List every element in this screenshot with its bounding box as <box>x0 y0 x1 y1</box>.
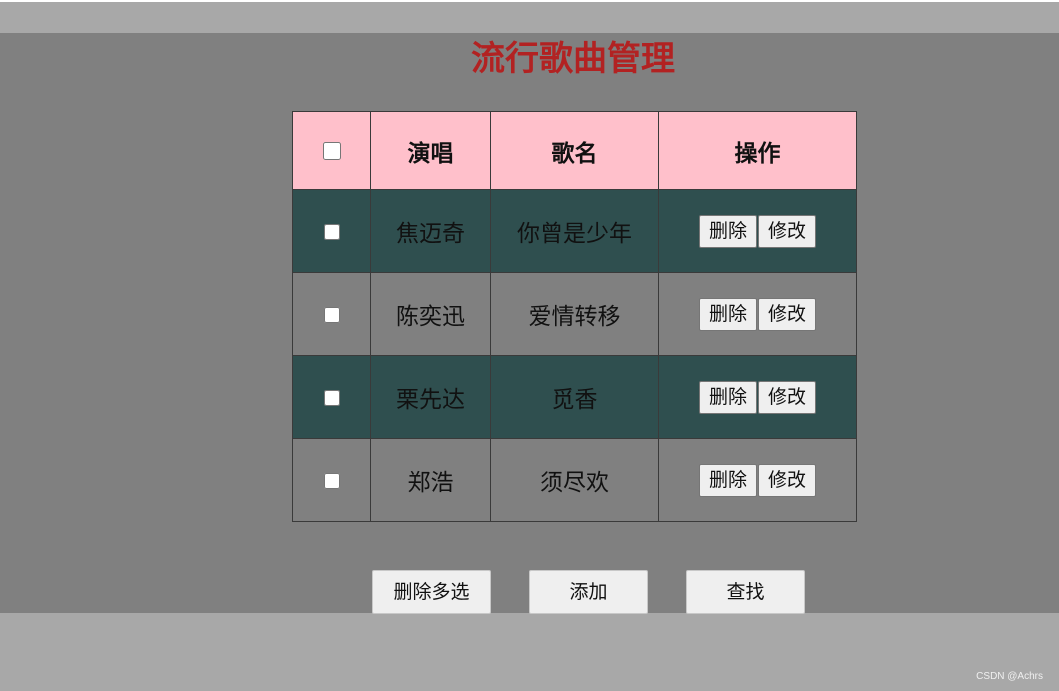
row-select-cell <box>292 438 371 522</box>
table-row: 栗先达 觅香 删除 修改 <box>292 355 857 439</box>
singer-cell: 栗先达 <box>370 355 491 439</box>
action-cell: 删除 修改 <box>658 189 857 273</box>
table-row: 焦迈奇 你曾是少年 删除 修改 <box>292 189 857 273</box>
find-button[interactable]: 查找 <box>686 570 805 614</box>
bottom-toolbar: 删除多选 添加 查找 <box>0 570 1059 614</box>
select-all-checkbox[interactable] <box>322 142 341 160</box>
row-checkbox[interactable] <box>323 223 340 240</box>
song-cell: 爱情转移 <box>490 272 659 356</box>
action-cell: 删除 修改 <box>658 355 857 439</box>
singer-cell: 陈奕迅 <box>370 272 491 356</box>
edit-button[interactable]: 修改 <box>758 297 817 331</box>
singer-cell: 郑浩 <box>370 438 491 522</box>
table-row: 郑浩 须尽欢 删除 修改 <box>292 438 857 522</box>
songs-table: 演唱 歌名 操作 焦迈奇 你曾是少年 删除 修改 陈奕迅 爱情转移 删除 修改 栗先… <box>292 111 857 522</box>
header-action: 操作 <box>658 111 857 190</box>
action-cell: 删除 修改 <box>658 438 857 522</box>
song-cell: 觅香 <box>490 355 659 439</box>
row-checkbox[interactable] <box>323 306 340 323</box>
delete-button[interactable]: 删除 <box>698 297 757 331</box>
delete-button[interactable]: 删除 <box>698 463 757 497</box>
main-panel: 流行歌曲管理 演唱 歌名 操作 焦迈奇 你曾是少年 删除 修改 陈奕迅 爱情转移 … <box>0 33 1059 614</box>
delete-button[interactable]: 删除 <box>698 214 757 248</box>
edit-button[interactable]: 修改 <box>758 214 817 248</box>
top-strip <box>0 0 1059 2</box>
add-button[interactable]: 添加 <box>529 570 648 614</box>
edit-button[interactable]: 修改 <box>758 463 817 497</box>
edit-button[interactable]: 修改 <box>758 380 817 414</box>
row-select-cell <box>292 272 371 356</box>
row-checkbox[interactable] <box>323 472 340 489</box>
song-cell: 须尽欢 <box>490 438 659 522</box>
song-cell: 你曾是少年 <box>490 189 659 273</box>
watermark: CSDN @Achrs <box>976 671 1043 682</box>
row-select-cell <box>292 355 371 439</box>
singer-cell: 焦迈奇 <box>370 189 491 273</box>
table-row: 陈奕迅 爱情转移 删除 修改 <box>292 272 857 356</box>
row-checkbox[interactable] <box>323 389 340 406</box>
delete-button[interactable]: 删除 <box>698 380 757 414</box>
action-cell: 删除 修改 <box>658 272 857 356</box>
header-singer: 演唱 <box>370 111 491 190</box>
row-select-cell <box>292 189 371 273</box>
delete-selected-button[interactable]: 删除多选 <box>372 570 491 614</box>
header-song: 歌名 <box>490 111 659 190</box>
table-header-row: 演唱 歌名 操作 <box>292 111 857 190</box>
select-all-cell <box>292 111 371 190</box>
page-title: 流行歌曲管理 <box>471 39 675 79</box>
